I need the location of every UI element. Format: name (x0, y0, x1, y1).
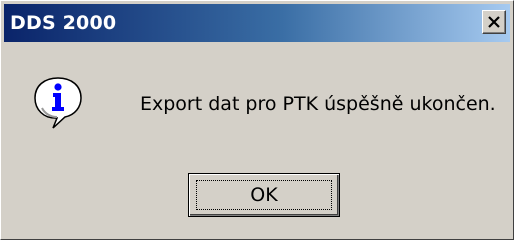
close-icon (488, 16, 500, 28)
dialog-message: Export dat pro PTK úspěšně ukončen. (140, 93, 496, 115)
ok-button[interactable]: OK (188, 173, 340, 217)
info-icon (34, 77, 82, 129)
message-dialog: DDS 2000 Export dat pro PTK úspěšně ukon… (0, 0, 514, 240)
window-title: DDS 2000 (10, 12, 117, 34)
ok-button-label: OK (250, 184, 278, 206)
title-bar[interactable]: DDS 2000 (4, 4, 510, 42)
close-button[interactable] (482, 10, 506, 34)
